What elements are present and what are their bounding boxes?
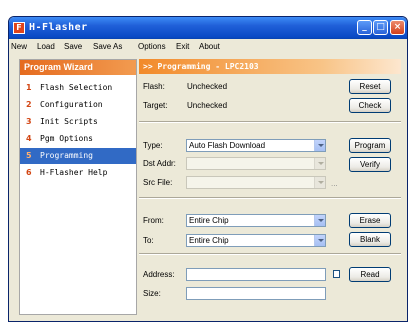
separator [139,253,401,255]
flash-label: Flash: [143,82,165,91]
chevron-down-icon[interactable] [314,140,325,151]
window-title: H-Flasher [29,22,88,33]
verify-button[interactable]: Verify [349,157,391,172]
app-icon: F [13,22,25,34]
wizard-item-label: Init Scripts [40,117,98,126]
chevron-down-icon[interactable] [314,158,325,169]
from-label: From: [143,216,164,225]
programming-header: >> Programming - LPC2103 [139,59,401,74]
h-flasher-window: F H-Flasher _ □ × New Load Save Save As … [8,16,408,322]
wizard-item-init-scripts[interactable]: 3 Init Scripts [20,114,136,130]
chevron-down-icon[interactable] [314,177,325,188]
wizard-item-label: Programming [40,151,93,160]
separator [139,197,401,199]
maximize-button[interactable]: □ [373,20,388,35]
blank-button[interactable]: Blank [349,232,391,247]
wizard-item-label: H-Flasher Help [40,168,108,177]
size-label: Size: [143,289,161,298]
erase-button[interactable]: Erase [349,213,391,228]
wizard-item-configuration[interactable]: 2 Configuration [20,97,136,113]
menu-options[interactable]: Options [138,42,166,52]
browse-ellipsis[interactable]: ... [331,179,338,189]
menu-load[interactable]: Load [37,42,55,52]
menu-about[interactable]: About [199,42,220,52]
wizard-item-flash-selection[interactable]: 1 Flash Selection [20,80,136,96]
menu-save-as[interactable]: Save As [93,42,122,52]
wizard-panel: Program Wizard 1 Flash Selection 2 Confi… [19,59,137,315]
chevron-down-icon[interactable] [314,235,325,246]
separator [139,121,401,123]
menu-exit[interactable]: Exit [176,42,189,52]
step-6-icon: 6 [26,168,32,177]
from-select[interactable]: Entire Chip [186,214,326,227]
step-2-icon: 2 [26,100,32,109]
address-input[interactable] [186,268,326,281]
wizard-item-h-flasher-help[interactable]: 6 H-Flasher Help [20,165,136,181]
wizard-item-label: Pgm Options [40,134,93,143]
flash-status: Unchecked [187,82,228,91]
type-select[interactable]: Auto Flash Download [186,139,326,152]
wizard-item-label: Flash Selection [40,83,113,92]
wizard-item-pgm-options[interactable]: 4 Pgm Options [20,131,136,147]
wizard-item-label: Configuration [40,100,103,109]
size-input[interactable] [186,287,326,300]
step-3-icon: 3 [26,117,32,126]
dst-addr-label: Dst Addr: [143,159,176,168]
to-select[interactable]: Entire Chip [186,234,326,247]
menu-new[interactable]: New [11,42,27,52]
from-select-value: Entire Chip [189,216,229,225]
type-label: Type: [143,141,163,150]
step-1-icon: 1 [26,83,32,92]
to-label: To: [143,236,154,245]
read-button[interactable]: Read [349,267,391,282]
type-select-value: Auto Flash Download [189,141,266,150]
menu-save[interactable]: Save [64,42,82,52]
address-checkbox[interactable] [333,270,340,278]
src-file-label: Src File: [143,178,173,187]
step-4-icon: 4 [26,134,32,143]
reset-button[interactable]: Reset [349,79,391,94]
wizard-item-programming[interactable]: 5 Programming [20,148,136,164]
close-button[interactable]: × [390,20,405,35]
check-button[interactable]: Check [349,98,391,113]
src-file-select[interactable] [186,176,326,189]
menu-bar: New Load Save Save As Options Exit About [9,39,407,54]
title-bar[interactable]: F H-Flasher _ □ × [9,17,407,39]
chevron-down-icon[interactable] [314,215,325,226]
to-select-value: Entire Chip [189,236,229,245]
address-label: Address: [143,270,175,279]
program-button[interactable]: Program [349,138,391,153]
minimize-button[interactable]: _ [357,20,372,35]
target-label: Target: [143,101,168,110]
wizard-header: Program Wizard [20,60,136,75]
dst-addr-select[interactable] [186,157,326,170]
step-5-icon: 5 [26,151,32,160]
target-status: Unchecked [187,101,228,110]
